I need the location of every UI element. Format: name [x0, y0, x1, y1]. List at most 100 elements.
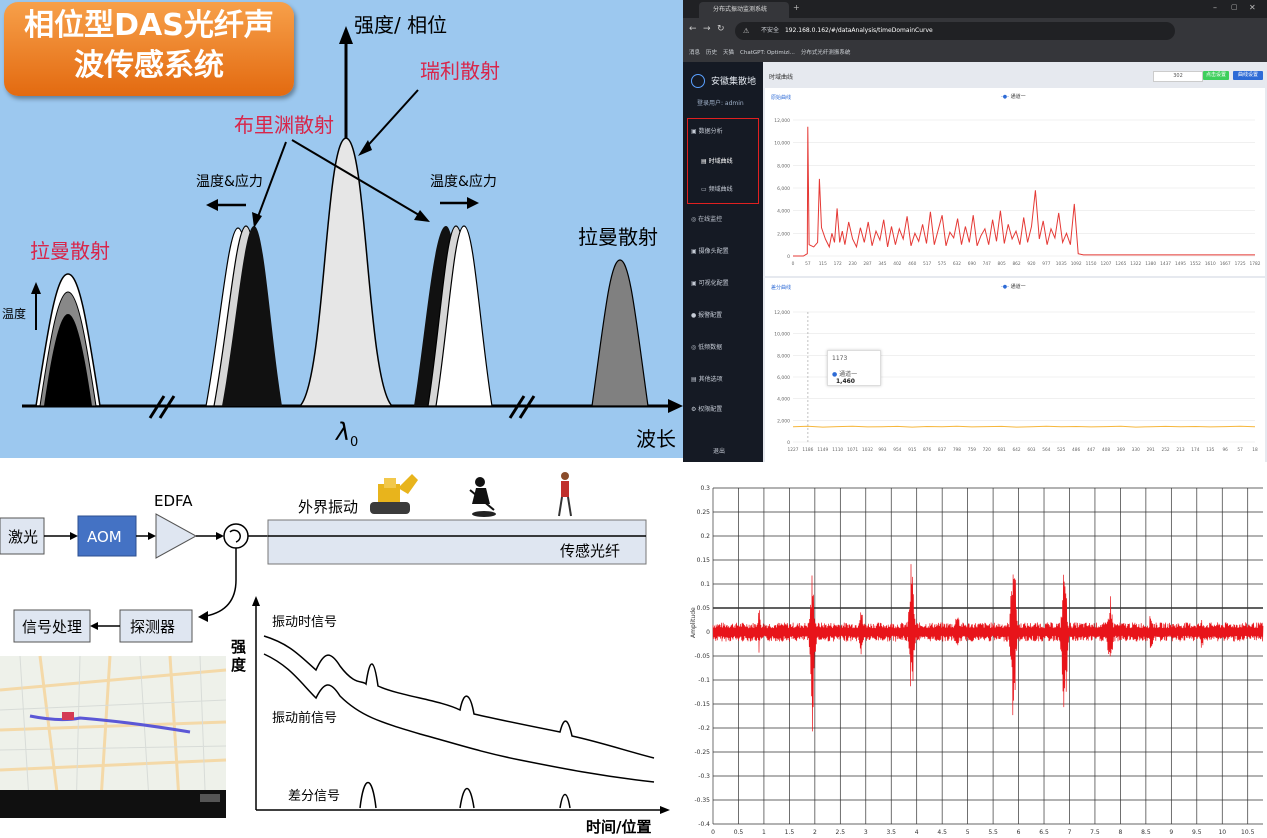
header-set-button[interactable]: 点击设置 — [1203, 71, 1229, 80]
back-icon[interactable]: ← — [689, 24, 697, 34]
x-tick-label: 681 — [998, 447, 1006, 453]
menu-label: 报警配置 — [698, 312, 723, 319]
external-vibration-label: 外界振动 — [298, 498, 358, 516]
menu-visual-config[interactable]: ▣ 可视化配置 — [691, 278, 729, 287]
x-tick-label: 96 — [1222, 447, 1228, 453]
x-tick-label: 115 — [819, 261, 827, 267]
header-curve-button[interactable]: 曲线设置 — [1233, 71, 1263, 80]
minimize-icon[interactable]: – — [1213, 3, 1217, 12]
x-tick-label: 1437 — [1160, 261, 1171, 267]
sensing-fiber-label: 传感光纤 — [560, 542, 620, 560]
x-tick-label: 1725 — [1235, 261, 1246, 267]
browser-tab[interactable]: 分布式振动监测系统 — [699, 2, 789, 18]
bookmark-item[interactable]: 历史 — [706, 50, 717, 56]
x-tick-label: 369 — [1117, 447, 1125, 453]
bookmark-item[interactable]: 天猫 — [723, 50, 734, 56]
signal-processing-label: 信号处理 — [22, 618, 82, 636]
x-tick-label: 1150 — [1086, 261, 1097, 267]
y-tick-label: 0 — [787, 254, 790, 260]
vibration-signal-label: 振动时信号 — [272, 615, 337, 630]
y-tick-label: 0.05 — [697, 605, 711, 612]
x-tick-label: 1035 — [1056, 261, 1067, 267]
lambda-label: λ — [334, 418, 350, 446]
x-tick-label: 3.5 — [886, 829, 896, 836]
y-tick-label: -0.4 — [698, 821, 710, 828]
map-thumbnail — [0, 655, 227, 818]
x-tick-label: 8 — [1118, 829, 1122, 836]
x-tick-label: 690 — [968, 261, 976, 267]
app-name: 安徽集散地 — [711, 77, 757, 87]
menu-alarm-config[interactable]: ● 报警配置 — [691, 310, 722, 319]
tooltip-value: 1,460 — [836, 378, 855, 385]
temp-stress-left: 温度&应力 — [196, 173, 263, 190]
menu-label: 时域曲线 — [708, 158, 733, 165]
edfa-label: EDFA — [154, 492, 193, 510]
diff-series-line — [792, 425, 1256, 428]
arrow-icon — [216, 532, 224, 540]
x-tick-label: 402 — [893, 261, 901, 267]
x-tick-label: 1782 — [1250, 261, 1261, 267]
menu-permissions[interactable]: ⚙ 权限配置 — [691, 404, 722, 413]
new-tab-icon[interactable]: + — [793, 3, 800, 12]
signal-y-label-1: 强 — [231, 638, 246, 656]
menu-low-freq[interactable]: ◎ 低频数据 — [691, 342, 722, 351]
y-tick-label: 10,000 — [774, 141, 790, 147]
page-header: 时域曲线 — [769, 74, 794, 81]
x-tick-label: 798 — [953, 447, 961, 453]
raman-right-peak — [591, 259, 649, 407]
x-tick-label: 1667 — [1220, 261, 1231, 267]
x-tick-label: 0.5 — [734, 829, 744, 836]
brillouin-pointer-right-head — [414, 210, 430, 222]
y-tick-label: -0.2 — [698, 725, 710, 732]
menu-data-analysis[interactable]: ▣ 数据分析 — [691, 126, 723, 135]
menu-time-domain[interactable]: ▤ 时域曲线 — [701, 156, 733, 165]
bookmark-item[interactable]: ChatGPT: Optimizi... — [740, 50, 795, 56]
panel-raw-legend[interactable]: -●- 通道一 — [1001, 93, 1026, 100]
surveyor-person-icon — [558, 472, 572, 517]
x-tick-label: 408 — [1102, 447, 1110, 453]
menu-camera-config[interactable]: ▣ 摄像头配置 — [691, 246, 729, 255]
x-tick-label: 10.5 — [1241, 829, 1255, 836]
signal-x-arrow — [660, 806, 670, 814]
reload-icon[interactable]: ↻ — [717, 24, 725, 34]
close-icon[interactable]: ✕ — [1249, 3, 1256, 12]
menu-logout[interactable]: 退出 — [713, 446, 725, 455]
y-tick-label: 6,000 — [777, 375, 790, 381]
login-user: 登录用户: admin — [697, 100, 744, 107]
menu-other[interactable]: ▤ 其他选项 — [691, 374, 723, 383]
maximize-icon[interactable]: ▢ — [1231, 3, 1238, 11]
signal-y-arrow — [252, 596, 260, 606]
x-tick-label: 642 — [1012, 447, 1020, 453]
chart-tooltip: 1173 ● 通道一 1,460 — [827, 350, 881, 386]
forward-icon[interactable]: → — [703, 24, 711, 34]
header-input[interactable]: 302 — [1153, 71, 1203, 82]
y-tick-label: -0.1 — [698, 677, 710, 684]
x-tick-label: 1071 — [847, 447, 858, 453]
x-tick-label: 1032 — [862, 447, 873, 453]
amplitude-series-line — [712, 564, 1264, 732]
brillouin-right-peaks — [414, 225, 493, 407]
insecure-label: 不安全 — [761, 27, 780, 34]
rayleigh-label: 瑞利散射 — [420, 59, 500, 83]
diff-pulse-2 — [459, 787, 475, 809]
x-tick-label: 4 — [915, 829, 919, 836]
y-axis-label: 强度/ 相位 — [354, 13, 447, 37]
x-tick-label: 1.5 — [785, 829, 795, 836]
menu-label: 低频数据 — [698, 344, 723, 351]
x-tick-label: 10 — [1218, 829, 1226, 836]
y-tick-label: 0 — [787, 440, 790, 446]
menu-freq-domain[interactable]: ▭ 频域曲线 — [701, 184, 733, 193]
url-field[interactable]: ⚠ 不安全 192.168.0.162/#/dataAnalysis/timeD… — [735, 22, 1175, 40]
menu-online-monitor[interactable]: ◎ 在线监控 — [691, 214, 722, 223]
y-tick-label: 4,000 — [777, 397, 790, 403]
laser-label: 激光 — [8, 528, 38, 546]
bookmark-item[interactable]: 消息 — [689, 50, 700, 56]
bookmark-item[interactable]: 分布式光纤测振系统 — [801, 50, 851, 56]
x-tick-label: 1495 — [1175, 261, 1186, 267]
y-tick-label: 2,000 — [777, 418, 790, 424]
tooltip-series: 通道一 — [839, 371, 858, 378]
y-tick-label: 12,000 — [774, 310, 790, 316]
system-schematic: 激光 AOM EDFA 传感光纤 外界振动 探测器 信号处理 强 度 振动时信号… — [0, 460, 683, 838]
panel-diff-legend[interactable]: -●- 通道一 — [1001, 283, 1026, 290]
vibration-signal-curve — [263, 635, 655, 759]
